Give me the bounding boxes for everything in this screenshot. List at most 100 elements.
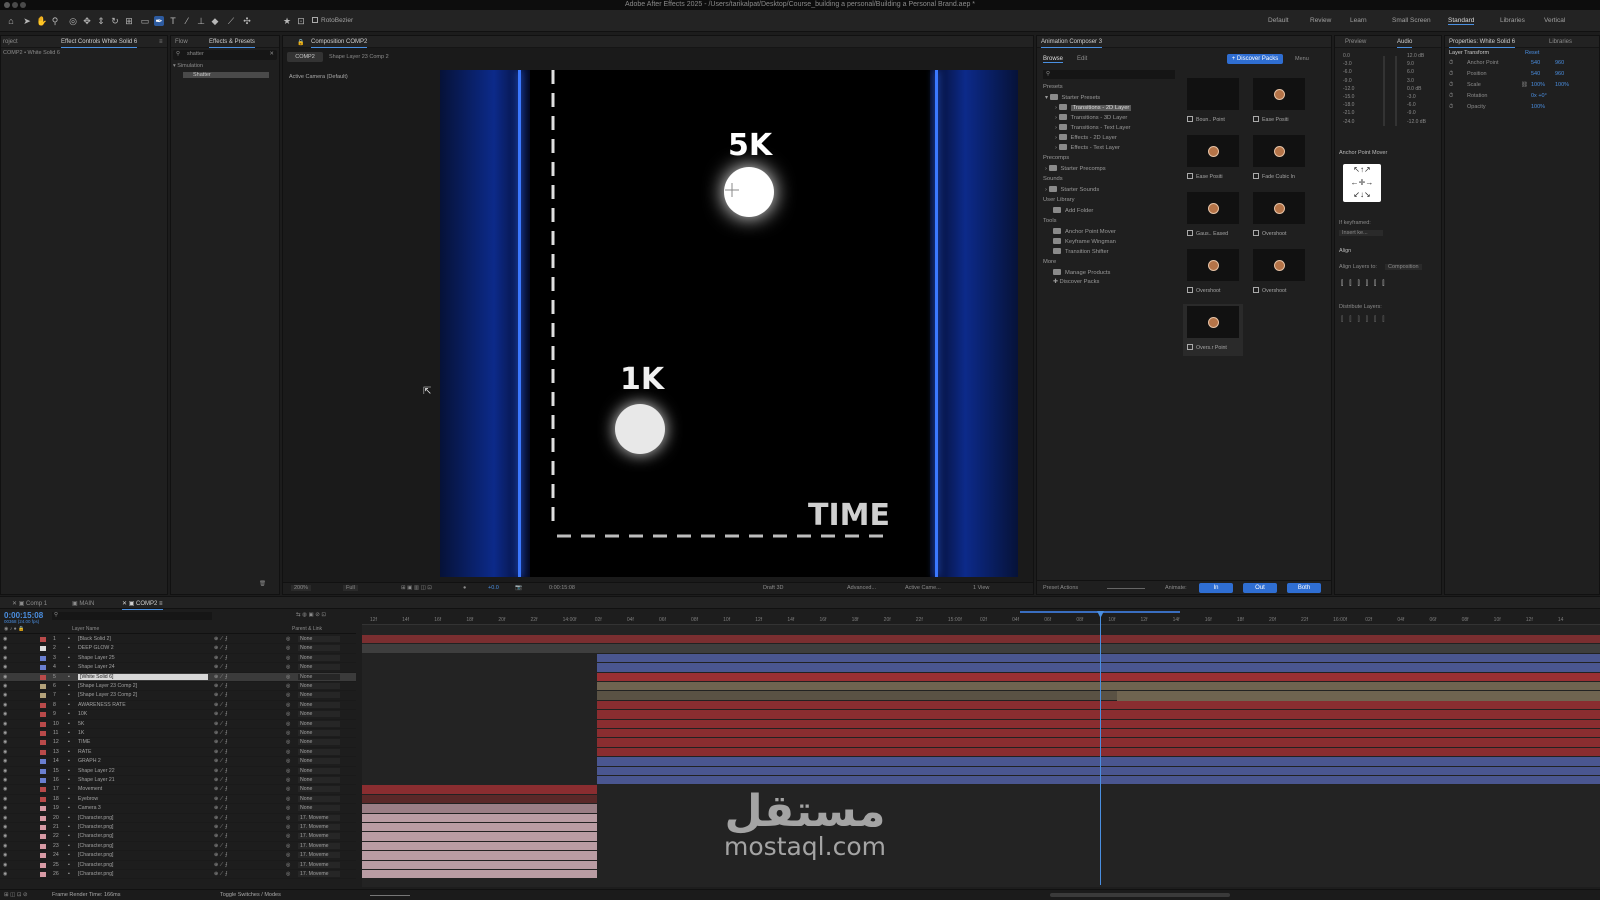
layer-switches[interactable]: ⊕ ⟋ ⨍: [214, 636, 228, 643]
tab-composition[interactable]: Composition COMP2: [311, 39, 368, 48]
parent-dropdown[interactable]: 17. Moveme: [298, 861, 340, 868]
preset-card[interactable]: Overshoot: [1249, 190, 1309, 242]
label-color-swatch[interactable]: [40, 655, 46, 661]
tab-edit[interactable]: Edit: [1077, 56, 1087, 62]
parent-dropdown[interactable]: 17. Moveme: [298, 824, 340, 830]
anchor-point-grid[interactable]: ↖↑↗ ←✛→ ↙↓↘: [1343, 164, 1381, 202]
layer-switches[interactable]: ⊕ ⟋ ⨍: [214, 862, 228, 869]
parent-dropdown[interactable]: None: [298, 654, 340, 661]
layer-switches[interactable]: ⊕ ⟋ ⨍: [214, 645, 228, 652]
layer-duration-bar[interactable]: [362, 813, 597, 823]
parent-pickwhip-icon[interactable]: ◎: [286, 852, 291, 858]
timeline-scrollbar[interactable]: [1050, 893, 1230, 897]
audio-slider-right[interactable]: [1395, 56, 1397, 126]
layer-name[interactable]: [Character.png]: [78, 852, 113, 858]
parent-pickwhip-icon[interactable]: ◎: [286, 645, 291, 651]
layer-row[interactable]: ◉ 2 ▪ DEEP GLOW 2 ⊕ ⟋ ⨍ ◎ None: [0, 644, 356, 654]
parent-dropdown[interactable]: None: [298, 758, 340, 765]
layer-switches[interactable]: ⊕ ⟋ ⨍: [214, 739, 228, 746]
parent-dropdown[interactable]: None: [298, 645, 340, 652]
effects-search-input[interactable]: ⚲ shatter ✕: [173, 50, 277, 60]
visibility-eye-icon[interactable]: ◉: [3, 786, 8, 792]
layer-duration-bar[interactable]: [597, 663, 1600, 673]
layer-name[interactable]: Shape Layer 24: [78, 664, 115, 670]
layer-duration-bar[interactable]: [597, 747, 1600, 758]
label-color-swatch[interactable]: [40, 825, 46, 830]
layer-duration-bar[interactable]: [362, 841, 597, 852]
label-color-swatch[interactable]: [40, 693, 46, 699]
layer-name[interactable]: [Character.png]: [78, 833, 113, 839]
layer-row[interactable]: ◉ 25 ▪ [Character.png] ⊕ ⟋ ⨍ ◎ 17. Moveme: [0, 861, 356, 870]
trash-icon[interactable]: 🗑: [259, 581, 266, 587]
layer-duration-bar[interactable]: [1117, 691, 1600, 701]
tab-comp-1[interactable]: ✕ ▣ Comp 1: [12, 600, 47, 607]
preset-actions-dropdown[interactable]: Preset Actions: [1043, 585, 1078, 591]
pan-camera-icon[interactable]: ✥: [82, 16, 92, 26]
visibility-eye-icon[interactable]: ◉: [3, 805, 8, 811]
layer-row[interactable]: ◉ 13 ▪ RATE ⊕ ⟋ ⨍ ◎ None: [0, 748, 356, 758]
label-color-swatch[interactable]: [40, 684, 46, 689]
visibility-eye-icon[interactable]: ◉: [3, 749, 8, 755]
layer-switches[interactable]: ⊕ ⟋ ⨍: [214, 796, 228, 803]
workspace-small-screen[interactable]: Small Screen: [1392, 17, 1431, 24]
layer-duration-bar[interactable]: [362, 644, 1600, 654]
zoom-window-button[interactable]: [20, 2, 26, 8]
layer-switches[interactable]: ⊕ ⟋ ⨍: [214, 786, 228, 793]
preset-card[interactable]: Boun.. Point: [1183, 76, 1243, 128]
workspace-learn[interactable]: Learn: [1350, 17, 1367, 24]
parent-pickwhip-icon[interactable]: ◎: [286, 862, 291, 868]
visibility-eye-icon[interactable]: ◉: [3, 768, 8, 774]
rotate-tool-icon[interactable]: ↻: [110, 16, 120, 26]
visibility-eye-icon[interactable]: ◉: [3, 683, 8, 689]
audio-slider-left[interactable]: [1383, 56, 1385, 126]
label-color-swatch[interactable]: [40, 712, 46, 718]
layer-name[interactable]: Shape Layer 22: [78, 768, 115, 774]
layer-name[interactable]: [Shape Layer 23 Comp 2]: [78, 683, 137, 689]
parent-dropdown[interactable]: 17. Moveme: [298, 852, 340, 859]
layer-duration-bar[interactable]: [362, 832, 597, 842]
layer-row[interactable]: ◉ 11 ▪ 1K ⊕ ⟋ ⨍ ◎ None: [0, 729, 356, 739]
tree-keyframe-wingman[interactable]: Keyframe Wingman: [1053, 238, 1116, 248]
selection-tool-icon[interactable]: ➤: [22, 16, 32, 26]
layer-switches[interactable]: ⊕ ⟋ ⨍: [214, 824, 228, 831]
tree-starter-presets[interactable]: ▾ Starter Presets: [1045, 94, 1100, 104]
visibility-eye-icon[interactable]: ◉: [3, 833, 8, 839]
pan-behind-tool-icon[interactable]: ⊞: [124, 16, 134, 26]
layer-switches[interactable]: ⊕ ⟋ ⨍: [214, 664, 228, 671]
camera-dropdown[interactable]: Active Came...: [905, 585, 941, 591]
resolution-dropdown[interactable]: Full: [343, 585, 358, 591]
visibility-eye-icon[interactable]: ◉: [3, 636, 8, 642]
layer-switches[interactable]: ⊕ ⟋ ⨍: [214, 730, 228, 737]
parent-pickwhip-icon[interactable]: ◎: [286, 636, 291, 642]
rotobezier-checkbox[interactable]: [312, 17, 318, 23]
label-color-swatch[interactable]: [40, 787, 46, 793]
layer-row[interactable]: ◉ 6 ▪ [Shape Layer 23 Comp 2] ⊕ ⟋ ⨍ ◎ None: [0, 682, 356, 692]
layer-row[interactable]: ◉ 4 ▪ Shape Layer 24 ⊕ ⟋ ⨍ ◎ None: [0, 663, 356, 673]
layer-switches[interactable]: ⊕ ⟋ ⨍: [214, 843, 228, 850]
tab-main[interactable]: ▣ MAIN: [72, 600, 94, 607]
tree-starter-sounds[interactable]: › Starter Sounds: [1045, 186, 1099, 196]
parent-pickwhip-icon[interactable]: ◎: [286, 711, 291, 717]
layer-duration-bar[interactable]: [597, 766, 1600, 776]
layer-duration-bar[interactable]: [597, 757, 1600, 767]
orbit-camera-icon[interactable]: ◎: [68, 16, 78, 26]
parent-pickwhip-icon[interactable]: ◎: [286, 683, 291, 689]
parent-dropdown[interactable]: None: [298, 673, 340, 680]
parent-dropdown[interactable]: None: [298, 711, 340, 718]
parent-pickwhip-icon[interactable]: ◎: [286, 815, 291, 821]
layer-row[interactable]: ◉ 7 ▪ [Shape Layer 23 Comp 2] ⊕ ⟋ ⨍ ◎ None: [0, 691, 356, 701]
layer-name[interactable]: TIME: [78, 739, 90, 745]
align-buttons[interactable]: ⫿⫿⫿⫿⫿⫿: [1341, 280, 1390, 288]
layer-name[interactable]: [Character.png]: [78, 824, 113, 830]
visibility-eye-icon[interactable]: ◉: [3, 645, 8, 651]
animate-in-button[interactable]: In: [1199, 583, 1233, 593]
parent-dropdown[interactable]: None: [298, 683, 340, 689]
preset-card[interactable]: Overs.r Point: [1183, 304, 1243, 356]
tree-effects-text[interactable]: › Effects - Text Layer: [1055, 144, 1120, 154]
label-color-swatch[interactable]: [40, 778, 46, 783]
footer-icons[interactable]: ⊞ ◫ ⊡ ⊘: [4, 892, 28, 898]
layer-name[interactable]: 10K: [78, 711, 87, 717]
preset-card[interactable]: Ease Positi: [1249, 76, 1309, 128]
layer-switches[interactable]: ⊕ ⟋ ⨍: [214, 721, 228, 728]
parent-dropdown[interactable]: None: [298, 701, 340, 708]
